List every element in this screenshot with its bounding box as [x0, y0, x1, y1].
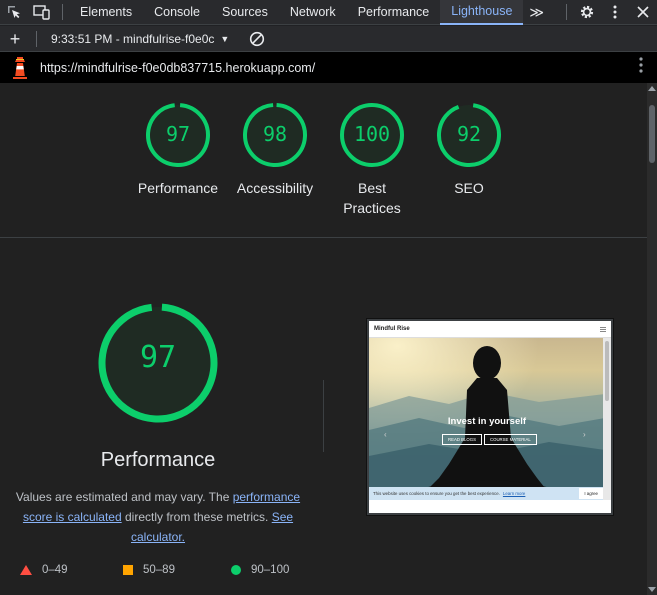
gauge-label: Accessibility — [236, 180, 314, 196]
lighthouse-toolbar: + 9:33:51 PM - mindfulrise-f0e0c ▼ — [0, 26, 657, 52]
more-options-icon[interactable] — [601, 0, 629, 25]
gauge-performance[interactable]: 97 Performance — [123, 102, 233, 198]
report-select[interactable]: 9:33:51 PM - mindfulrise-f0e0c ▼ — [43, 32, 237, 46]
thumb-hero-title: Invest in yourself — [447, 416, 527, 427]
gauge-accessibility[interactable]: 98 Accessibility — [220, 102, 330, 198]
report-menu-icon[interactable] — [639, 57, 643, 78]
desc-text: directly from these metrics. — [121, 510, 272, 524]
gauge-seo[interactable]: 92 SEO — [414, 102, 524, 198]
green-circle-icon — [231, 565, 241, 575]
thumb-scrollbar-thumb — [605, 341, 609, 401]
tab-lighthouse[interactable]: Lighthouse — [440, 0, 524, 25]
close-icon[interactable] — [629, 0, 657, 25]
scrollbar-thumb[interactable] — [649, 105, 655, 163]
section-divider — [323, 380, 324, 452]
gauge-score: 100 — [353, 122, 391, 146]
scroll-down-arrow-icon[interactable] — [648, 587, 656, 592]
red-triangle-icon — [20, 565, 32, 575]
devtools-tabbar: Elements Console Sources Network Perform… — [0, 0, 657, 25]
carousel-prev-icon: ‹ — [384, 430, 387, 439]
gauge-score: 98 — [262, 122, 288, 146]
gauge-score: 97 — [165, 122, 191, 146]
report-url-bar: https://mindfulrise-f0e0db837715.herokua… — [0, 52, 657, 83]
toolbar-divider — [566, 4, 567, 20]
report-url: https://mindfulrise-f0e0db837715.herokua… — [40, 60, 316, 75]
tab-elements[interactable]: Elements — [69, 0, 143, 25]
gauge-label: Best Practices — [317, 178, 427, 218]
legend-pass: 90–100 — [231, 564, 289, 576]
report-select-label: 9:33:51 PM - mindfulrise-f0e0c — [51, 31, 215, 46]
thumb-cookie-agree-button: I agree — [579, 488, 603, 499]
legend-range: 0–49 — [42, 564, 68, 576]
thumb-read-blogs-button: READ BLOGS — [442, 434, 482, 445]
inspect-element-icon[interactable] — [0, 0, 28, 25]
desc-text: Values are estimated and may vary. The — [15, 490, 233, 504]
hamburger-menu-icon — [600, 326, 606, 332]
orange-square-icon — [123, 565, 133, 575]
device-toolbar-icon[interactable] — [28, 0, 56, 25]
legend-fail: 0–49 — [20, 564, 68, 576]
thumb-hero-image: ‹ › Invest in yourself READ BLOGS COURSE… — [369, 338, 605, 500]
thumb-cookie-link: Learn more — [502, 491, 526, 496]
new-report-plus-icon[interactable]: + — [0, 26, 30, 52]
gauge-best-practices[interactable]: 100 Best Practices — [317, 102, 427, 218]
lighthouse-report: 97 Performance 98 Accessibility 100 Best… — [0, 83, 647, 595]
performance-description: Values are estimated and may vary. The p… — [8, 487, 308, 547]
carousel-next-icon: › — [583, 430, 586, 439]
tab-performance[interactable]: Performance — [347, 0, 441, 25]
toolbar-divider — [36, 30, 37, 47]
gauge-label: SEO — [454, 180, 484, 196]
gauge-score: 92 — [456, 122, 482, 146]
performance-score: 97 — [139, 340, 177, 375]
report-scrollbar[interactable] — [647, 83, 657, 595]
scroll-up-arrow-icon[interactable] — [648, 86, 656, 91]
thumb-cookie-text: This website uses cookies to ensure you … — [373, 491, 500, 496]
lighthouse-logo-icon — [0, 56, 40, 79]
legend-average: 50–89 — [123, 564, 175, 576]
thumb-course-material-button: COURSE MATERIAL — [484, 434, 537, 445]
legend-range: 90–100 — [251, 564, 290, 576]
gauge-label: Performance — [137, 180, 219, 196]
settings-gear-icon[interactable] — [573, 0, 601, 25]
clear-all-icon[interactable] — [243, 26, 271, 51]
toolbar-divider — [62, 4, 63, 20]
tab-sources[interactable]: Sources — [211, 0, 279, 25]
thumb-navbar: Mindful Rise — [369, 321, 611, 338]
final-screenshot-thumbnail[interactable]: Mindful Rise ‹ › Invest in yourself READ… — [367, 319, 613, 515]
summary-gauges: 97 Performance 98 Accessibility 100 Best… — [0, 83, 647, 238]
thumb-scrollbar — [603, 338, 611, 500]
tab-network[interactable]: Network — [279, 0, 347, 25]
performance-gauge-large: 97 — [97, 302, 219, 424]
thumb-cookie-banner: This website uses cookies to ensure you … — [369, 487, 605, 500]
chevron-down-icon: ▼ — [220, 33, 230, 44]
gauge-label-line: Best — [357, 180, 386, 196]
score-legend: 0–49 50–89 90–100 — [20, 564, 320, 584]
tab-console[interactable]: Console — [143, 0, 211, 25]
thumb-site-name: Mindful Rise — [374, 326, 410, 332]
gauge-label-line: Practices — [343, 200, 401, 216]
more-tabs-icon[interactable]: ≫ — [523, 4, 550, 21]
legend-range: 50–89 — [143, 564, 175, 576]
performance-title: Performance — [100, 449, 216, 471]
